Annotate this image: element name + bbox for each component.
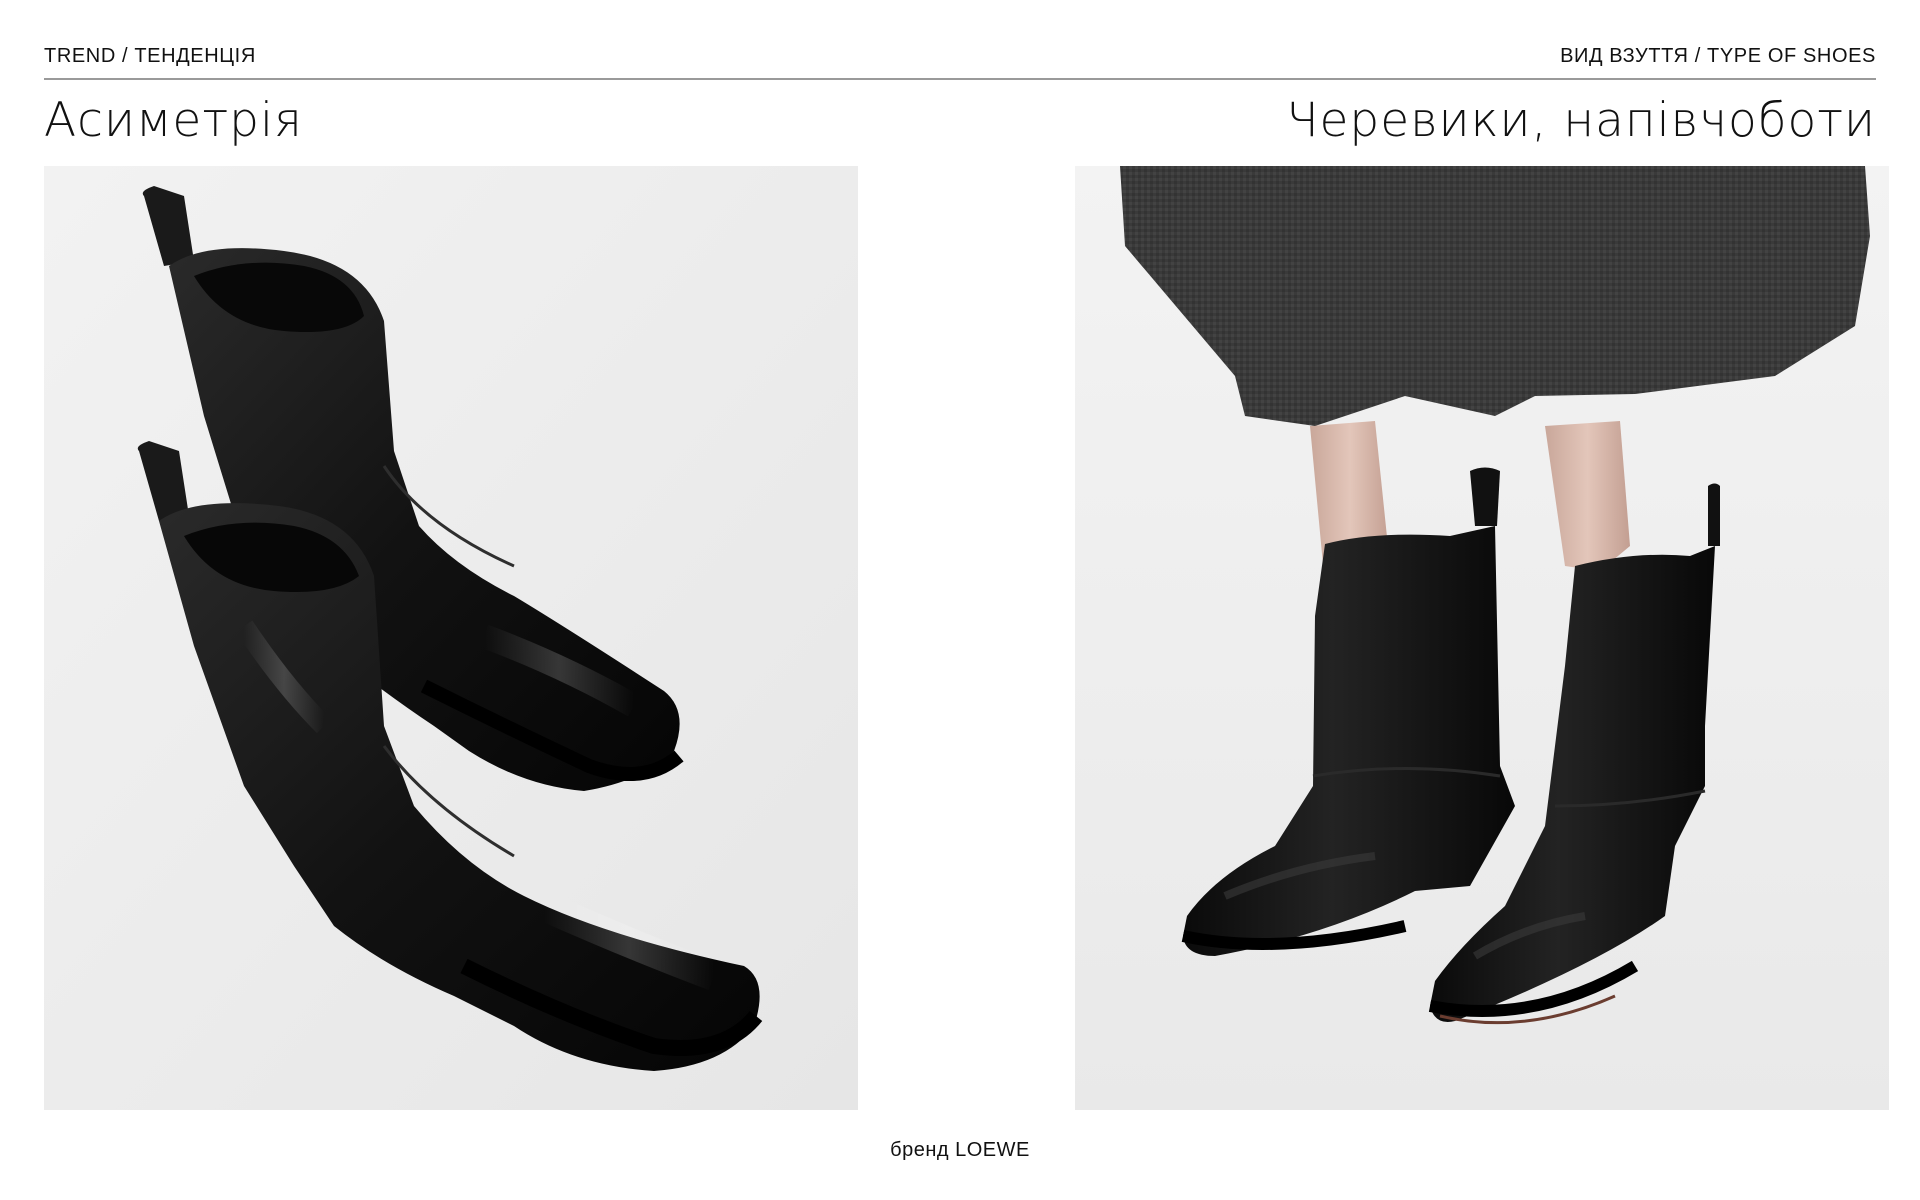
shoe-type-label: ВИД ВЗУТТЯ / TYPE OF SHOES (1560, 44, 1876, 67)
boots-on-model-image (1075, 166, 1889, 1110)
boots-product-image (44, 166, 858, 1110)
product-photo (44, 166, 858, 1110)
header-divider (44, 78, 1876, 80)
trend-title: Асиметрія (44, 93, 303, 148)
brand-caption: бренд LOEWE (890, 1139, 1030, 1161)
trend-label: TREND / ТЕНДЕНЦІЯ (44, 44, 256, 67)
model-photo (1075, 166, 1889, 1110)
shoe-type-title: Черевики, напівчоботи (1286, 93, 1876, 148)
top-bar: TREND / ТЕНДЕНЦІЯ ВИД ВЗУТТЯ / TYPE OF S… (44, 44, 1876, 68)
